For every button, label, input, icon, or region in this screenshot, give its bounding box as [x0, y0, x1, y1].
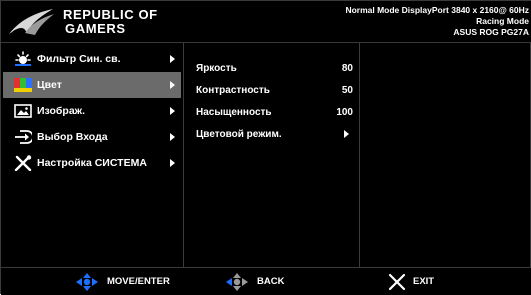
menu-item-label: Цвет: [37, 79, 62, 91]
submenu-item-label: Контрастность: [196, 84, 270, 96]
submenu-item-brightness[interactable]: Яркость 80: [184, 57, 359, 79]
brand-text: REPUBLIC OF GAMERS: [63, 8, 158, 36]
chevron-right-icon: [170, 107, 175, 115]
status-mode-input: Normal Mode DisplayPort 3840 x 2160@ 60H…: [345, 5, 529, 15]
status-info: Normal Mode DisplayPort 3840 x 2160@ 60H…: [345, 5, 529, 38]
close-icon: [388, 273, 406, 290]
osd-window: REPUBLIC OF GAMERS Normal Mode DisplayPo…: [0, 0, 531, 295]
brand-line-1: REPUBLIC OF: [63, 7, 158, 22]
menu-item-label: Настройка СИСТЕМА: [37, 157, 147, 169]
image-icon: [13, 103, 33, 119]
submenu-item-color-mode[interactable]: Цветовой режим.: [184, 123, 359, 145]
menu-item-blue-light-filter[interactable]: Фильтр Син. св.: [3, 46, 181, 72]
menu-item-input-select[interactable]: Выбор Входа: [3, 124, 181, 150]
menu-item-system-setup[interactable]: Настройка СИСТЕМА: [3, 150, 181, 176]
menu-item-label: Выбор Входа: [37, 131, 108, 143]
status-preset-mode: Racing Mode: [476, 16, 529, 26]
five-way-back-icon: [226, 272, 248, 291]
submenu-item-label: Цветовой режим.: [196, 128, 282, 140]
submenu-item-label: Насыщенность: [196, 106, 272, 118]
five-way-navigation-icon: [76, 272, 98, 291]
color-submenu: Яркость 80 Контрастность 50 Насыщенность…: [184, 43, 360, 267]
system-tools-icon: [13, 155, 33, 171]
main-menu: Фильтр Син. св. Цвет Изображ. Выбор Вход…: [1, 43, 184, 267]
detail-panel: [360, 43, 531, 267]
chevron-right-icon: [170, 81, 175, 89]
move-enter-label: MOVE/ENTER: [107, 276, 170, 287]
back-label: BACK: [257, 276, 285, 287]
exit-hint: EXIT: [387, 268, 434, 295]
chevron-right-icon: [170, 55, 175, 63]
menu-item-image[interactable]: Изображ.: [3, 98, 181, 124]
header: REPUBLIC OF GAMERS Normal Mode DisplayPo…: [1, 1, 531, 43]
exit-label: EXIT: [413, 276, 435, 287]
submenu-item-label: Яркость: [196, 62, 237, 74]
back-hint: BACK: [223, 268, 284, 295]
move-enter-hint: MOVE/ENTER: [73, 268, 170, 295]
rog-eye-logo-icon: [9, 9, 54, 35]
blue-light-filter-icon: [13, 51, 33, 67]
input-select-icon: [13, 129, 33, 145]
menu-item-color[interactable]: Цвет: [3, 72, 181, 98]
brightness-value: 80: [341, 62, 353, 74]
chevron-right-icon: [170, 159, 175, 167]
submenu-item-contrast[interactable]: Контрастность 50: [184, 79, 359, 101]
submenu-item-saturation[interactable]: Насыщенность 100: [184, 101, 359, 123]
brand-line-2: GAMERS: [65, 21, 126, 36]
chevron-right-icon: [170, 133, 175, 141]
contrast-value: 50: [341, 84, 353, 96]
menu-item-label: Фильтр Син. св.: [37, 53, 121, 65]
status-model-name: ASUS ROG PG27A: [453, 27, 529, 37]
saturation-value: 100: [336, 106, 353, 118]
menu-item-label: Изображ.: [37, 105, 86, 117]
chevron-right-icon: [344, 130, 349, 138]
footer-hints: MOVE/ENTER BACK EXIT: [1, 267, 531, 295]
color-palette-icon: [13, 77, 33, 93]
